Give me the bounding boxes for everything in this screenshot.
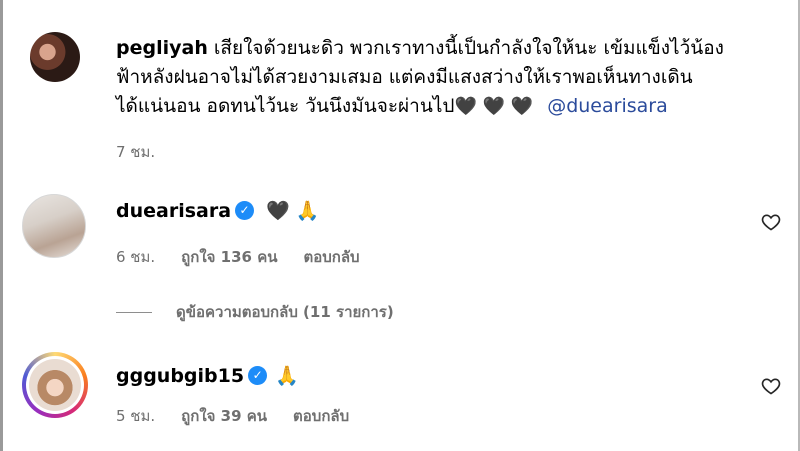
heart-outline-icon[interactable]	[761, 376, 781, 396]
view-replies-button[interactable]: ดูข้อความตอบกลับ (11 รายการ)	[176, 300, 394, 324]
timestamp: 5 ชม.	[116, 407, 156, 425]
heart-outline-icon[interactable]	[761, 212, 781, 232]
comment-text-line3: ได้แน่นอน อดทนไว้นะ วันนึงมันจะผ่านไป	[116, 95, 455, 117]
verified-badge-icon: ✓	[235, 201, 255, 220]
avatar-gggubgib15[interactable]	[22, 352, 88, 418]
likes-count[interactable]: ถูกใจ 136 คน	[181, 245, 277, 269]
comment-text-line2: ฟ้าหลังฝนอาจไม่ได้สวยงามเสมอ แต่คงมีแสงส…	[116, 66, 693, 88]
comment-duearisara: duearisara ✓ 🖤 🙏	[116, 199, 320, 223]
comment-text-line1: เสียใจด้วยนะดิว พวกเราทางนี้เป็นกำลังใจใ…	[213, 37, 724, 59]
username-gggubgib15[interactable]: gggubgib15	[116, 365, 244, 387]
reply-button[interactable]: ตอบกลับ	[293, 404, 349, 428]
avatar-duearisara[interactable]	[22, 194, 86, 258]
comment-meta-duearisara: 6 ชม. ถูกใจ 136 คน ตอบกลับ	[116, 245, 360, 269]
reply-button[interactable]: ตอบกลับ	[303, 245, 359, 269]
comment-meta-gggubgib15: 5 ชม. ถูกใจ 39 คน ตอบกลับ	[116, 404, 349, 428]
likes-count[interactable]: ถูกใจ 39 คน	[181, 404, 267, 428]
timestamp: 7 ชม.	[116, 143, 156, 161]
mention-link[interactable]: @duearisara	[547, 95, 668, 117]
comment-meta-pegliyah: 7 ชม.	[116, 140, 155, 164]
comment-text: 🙏	[275, 365, 299, 387]
username-pegliyah[interactable]: pegliyah	[116, 37, 208, 59]
timestamp: 6 ชม.	[116, 248, 156, 266]
view-replies-row[interactable]: ดูข้อความตอบกลับ (11 รายการ)	[116, 300, 394, 324]
comment-text: 🖤 🙏	[266, 200, 320, 222]
comment-pegliyah: pegliyah เสียใจด้วยนะดิว พวกเราทางนี้เป็…	[116, 34, 756, 121]
verified-badge-icon: ✓	[248, 366, 268, 385]
replies-divider	[116, 311, 152, 313]
username-duearisara[interactable]: duearisara	[116, 200, 231, 222]
black-heart-emoji: 🖤 🖤 🖤	[454, 96, 534, 117]
avatar-pegliyah[interactable]	[30, 32, 80, 82]
avatar-story-ring-gap	[26, 356, 84, 414]
window-edge-left	[0, 0, 3, 451]
avatar-photo	[29, 359, 81, 411]
comment-gggubgib15: gggubgib15 ✓ 🙏	[116, 364, 299, 388]
